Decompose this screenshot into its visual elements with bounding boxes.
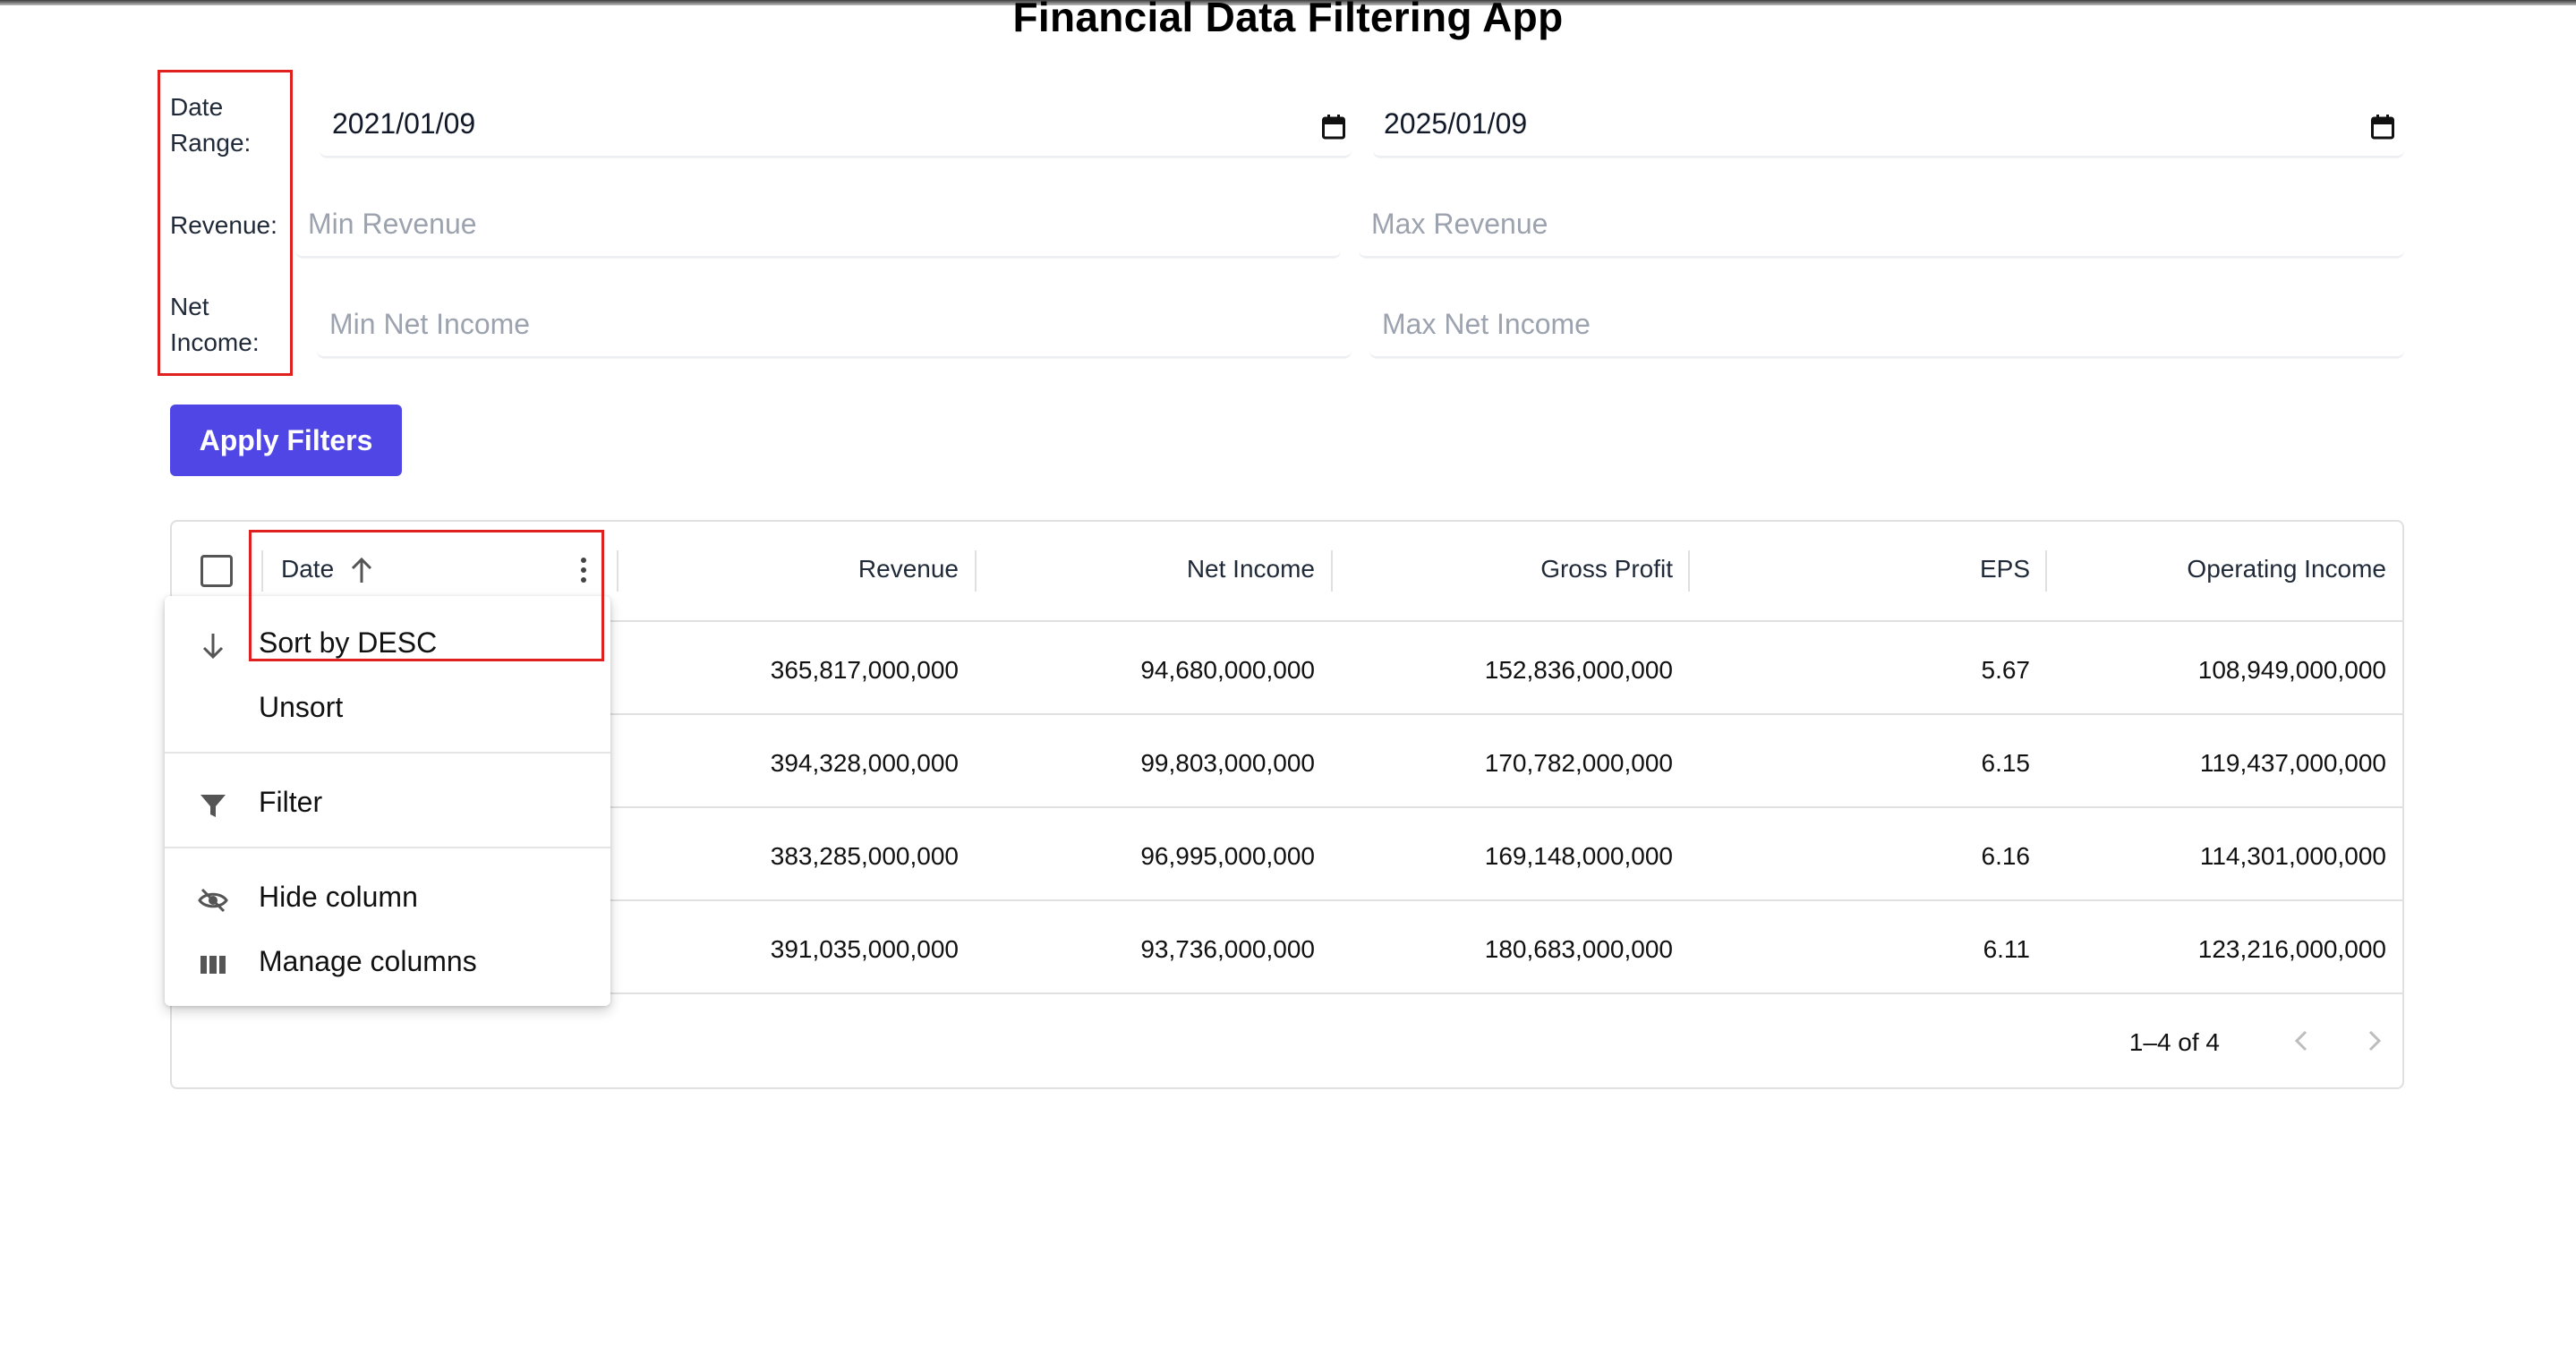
cell-net-income: 99,803,000,000 xyxy=(1140,749,1315,777)
cell-eps: 6.11 xyxy=(1983,935,2030,963)
cell-operating-income: 108,949,000,000 xyxy=(2197,656,2386,684)
cell-eps: 6.16 xyxy=(1981,842,2031,870)
sort-menu-highlight-box xyxy=(249,530,604,661)
date-end-value: 2025/01/09 xyxy=(1384,107,1528,140)
menu-item-manage-columns[interactable]: Manage columns xyxy=(165,931,610,993)
apply-filters-button[interactable]: Apply Filters xyxy=(170,405,402,476)
min-net-income-input[interactable]: Min Net Income xyxy=(317,295,1352,358)
cell-gross-profit: 180,683,000,000 xyxy=(1484,935,1673,963)
cell-gross-profit: 170,782,000,000 xyxy=(1484,749,1673,777)
eye-off-icon xyxy=(198,888,228,913)
column-separator[interactable] xyxy=(617,550,618,592)
cell-eps: 5.67 xyxy=(1981,656,2031,684)
menu-item-hide-column[interactable]: Hide column xyxy=(165,866,610,929)
menu-item-label: Filter xyxy=(259,786,323,818)
cell-net-income: 94,680,000,000 xyxy=(1140,656,1315,684)
cell-revenue: 391,035,000,000 xyxy=(770,935,959,963)
column-separator[interactable] xyxy=(1688,550,1690,592)
next-page-icon[interactable] xyxy=(2356,1023,2392,1059)
min-revenue-input[interactable]: Min Revenue xyxy=(295,195,1341,258)
column-separator[interactable] xyxy=(2045,550,2047,592)
cell-gross-profit: 169,148,000,000 xyxy=(1484,842,1673,870)
max-net-income-placeholder: Max Net Income xyxy=(1382,308,1591,340)
menu-item-label: Hide column xyxy=(259,881,418,913)
menu-divider xyxy=(165,752,610,754)
filter-funnel-icon xyxy=(200,795,226,817)
column-separator[interactable] xyxy=(975,550,977,592)
menu-item-label: Manage columns xyxy=(259,945,477,977)
cell-revenue: 383,285,000,000 xyxy=(770,842,959,870)
arrow-down-icon xyxy=(202,634,224,660)
cell-gross-profit: 152,836,000,000 xyxy=(1484,656,1673,684)
select-all-checkbox[interactable] xyxy=(200,555,233,587)
max-net-income-input[interactable]: Max Net Income xyxy=(1369,295,2404,358)
columns-icon xyxy=(200,956,226,974)
max-revenue-input[interactable]: Max Revenue xyxy=(1359,195,2404,258)
menu-item-label: Unsort xyxy=(259,691,344,723)
cell-operating-income: 119,437,000,000 xyxy=(2199,749,2386,777)
page-title: Financial Data Filtering App xyxy=(1012,0,1564,40)
previous-page-icon[interactable] xyxy=(2284,1023,2320,1059)
column-header-gross-profit[interactable]: Gross Profit xyxy=(1540,555,1673,584)
pagination-status: 1–4 of 4 xyxy=(2128,1028,2220,1056)
calendar-icon[interactable] xyxy=(1322,115,1345,140)
cell-net-income: 96,995,000,000 xyxy=(1140,842,1315,870)
calendar-icon[interactable] xyxy=(2371,115,2394,140)
cell-net-income: 93,736,000,000 xyxy=(1140,935,1315,963)
cell-revenue: 394,328,000,000 xyxy=(770,749,959,777)
date-start-value: 2021/01/09 xyxy=(332,107,476,140)
column-separator[interactable] xyxy=(1331,550,1333,592)
max-revenue-placeholder: Max Revenue xyxy=(1371,208,1548,240)
column-header-eps[interactable]: EPS xyxy=(1980,555,2030,584)
min-revenue-placeholder: Min Revenue xyxy=(308,208,477,240)
cell-revenue: 365,817,000,000 xyxy=(770,656,959,684)
date-start-input[interactable]: 2021/01/09 xyxy=(320,95,1352,158)
cell-operating-income: 114,301,000,000 xyxy=(2199,842,2386,870)
menu-divider xyxy=(165,847,610,848)
date-end-input[interactable]: 2025/01/09 xyxy=(1373,95,2404,158)
menu-item-unsort[interactable]: Unsort xyxy=(165,677,610,739)
min-net-income-placeholder: Min Net Income xyxy=(329,308,531,340)
column-header-operating-income[interactable]: Operating Income xyxy=(2187,555,2386,584)
cell-operating-income: 123,216,000,000 xyxy=(2197,935,2386,963)
labels-highlight-box xyxy=(158,70,293,376)
column-header-net-income[interactable]: Net Income xyxy=(1187,555,1315,584)
menu-item-filter[interactable]: Filter xyxy=(165,771,610,834)
cell-eps: 6.15 xyxy=(1981,749,2031,777)
column-header-revenue[interactable]: Revenue xyxy=(858,555,959,584)
